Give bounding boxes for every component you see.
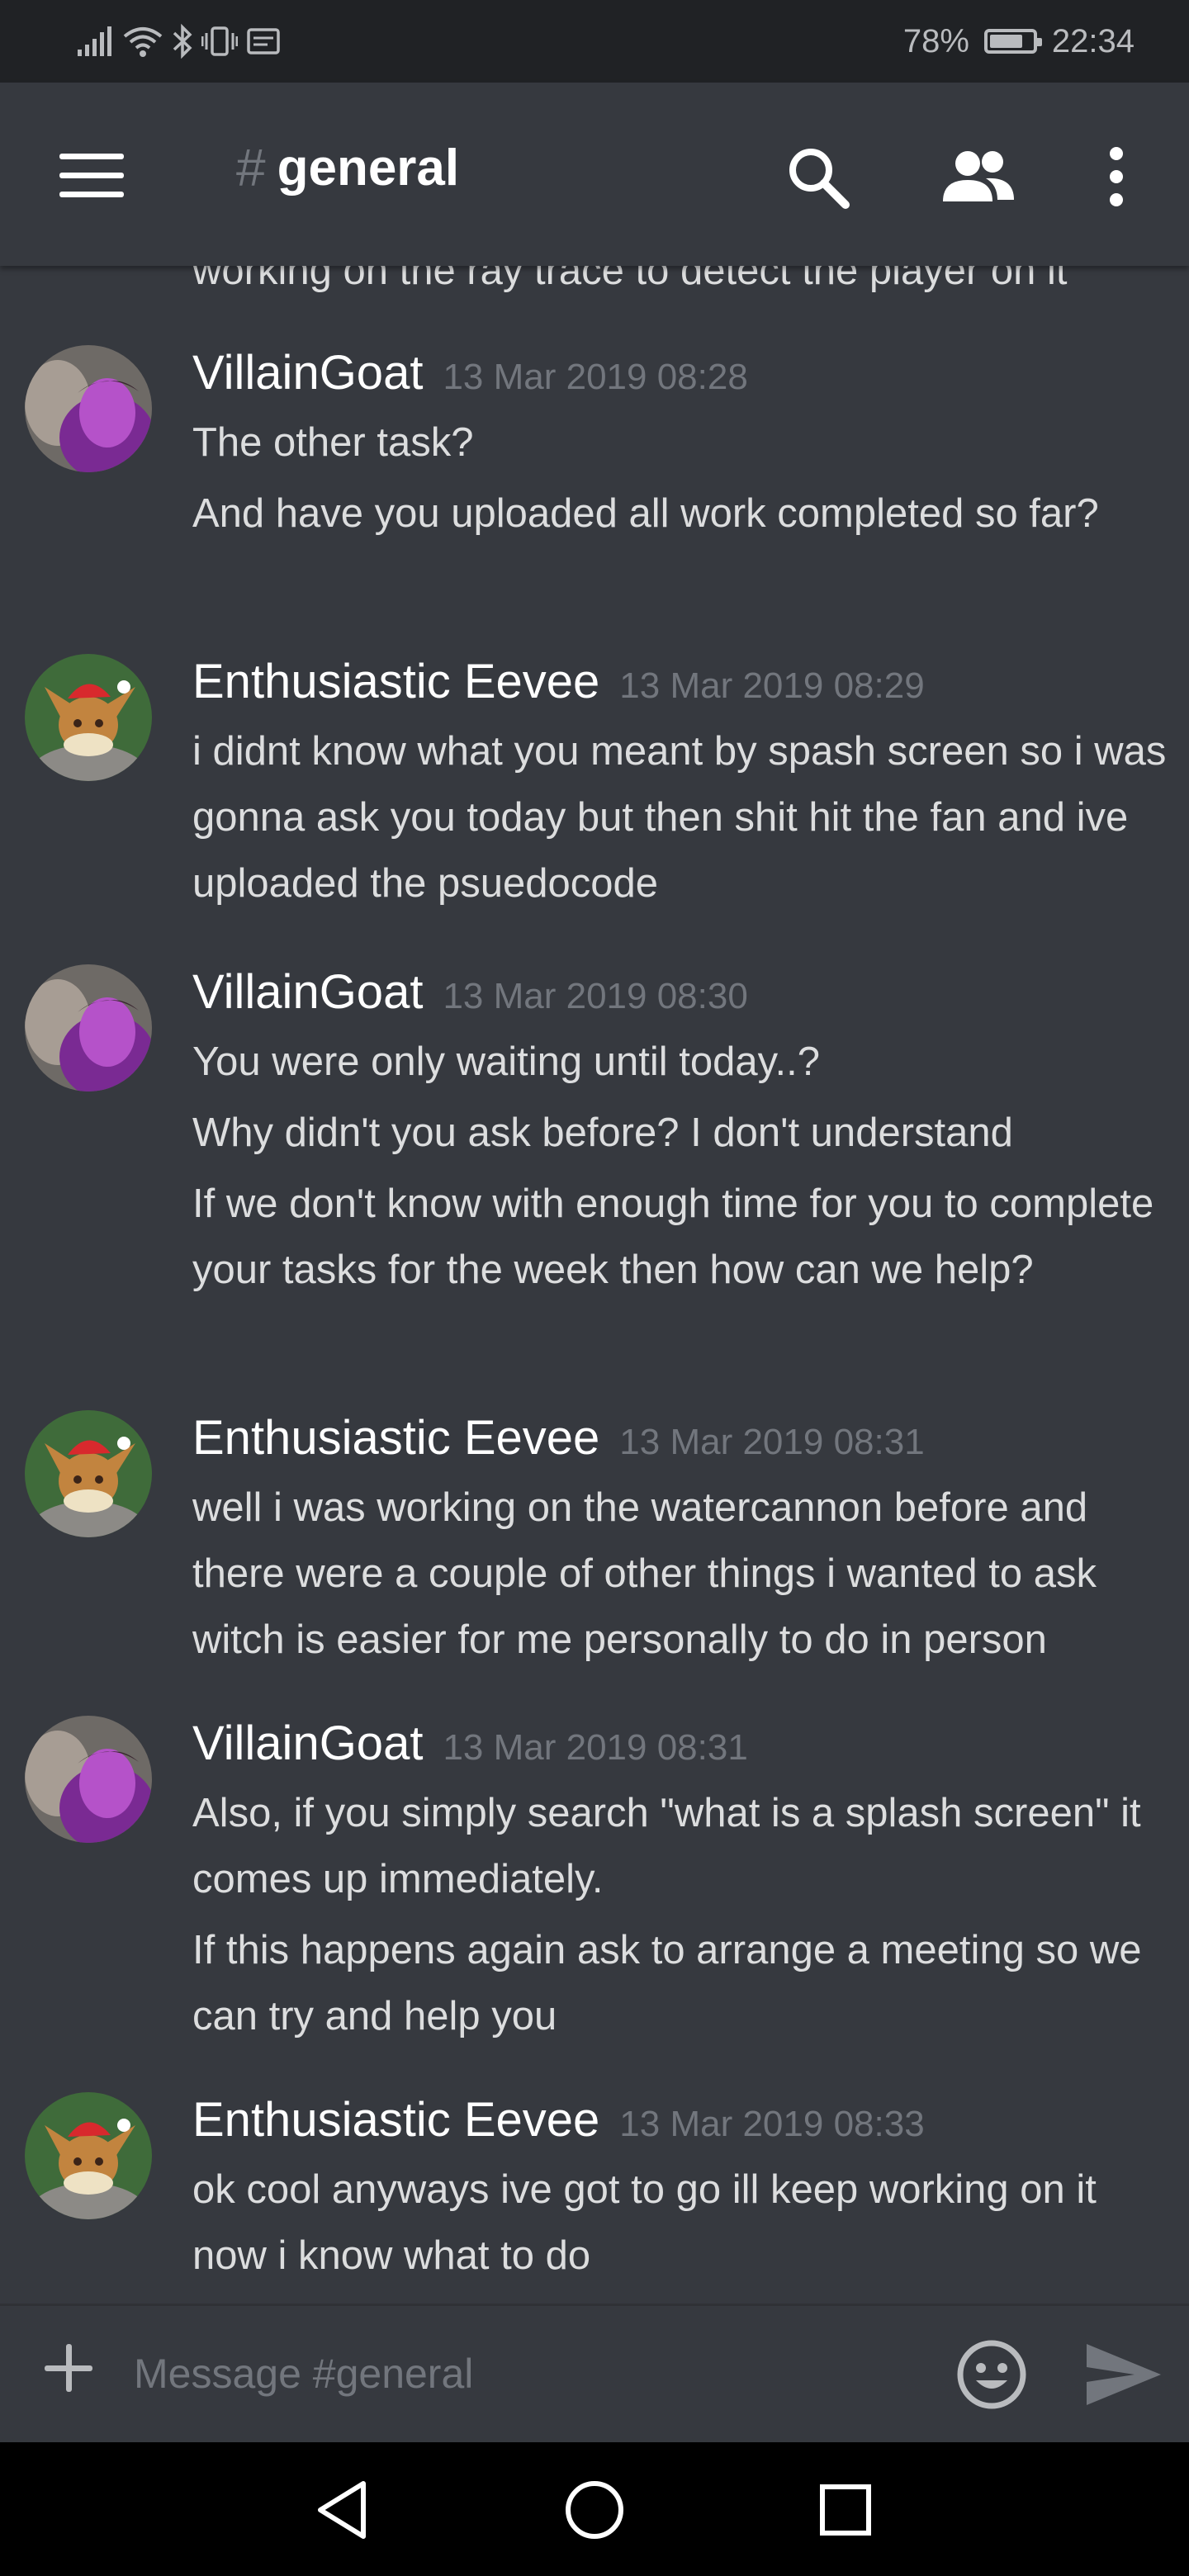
message-author[interactable]: VillainGoat: [192, 964, 423, 1020]
system-navigation-bar: [0, 2442, 1189, 2576]
avatar-enthusiastic-eevee[interactable]: [25, 654, 152, 781]
message-author[interactable]: Enthusiastic Eevee: [192, 2092, 599, 2147]
wifi-icon: [123, 27, 163, 57]
message-line: Also, if you simply search "what is a sp…: [192, 1791, 1141, 1901]
menu-icon-bar: [59, 154, 124, 159]
message-timestamp: 13 Mar 2019 08:29: [619, 665, 925, 706]
message-author[interactable]: VillainGoat: [192, 1716, 423, 1771]
message-timestamp: 13 Mar 2019 08:30: [443, 976, 748, 1016]
message-author[interactable]: VillainGoat: [192, 345, 423, 400]
message-body: You were only waiting until today..? Why…: [192, 1029, 1167, 1303]
battery-level-fill: [989, 35, 1022, 48]
more-vertical-icon[interactable]: [1098, 142, 1135, 211]
bluetooth-icon: [173, 23, 192, 59]
message-line: You were only waiting until today..?: [192, 1039, 820, 1084]
avatar-photo-villaingoat: [25, 1716, 152, 1843]
home-icon[interactable]: [560, 2475, 629, 2545]
menu-icon-bar: [59, 173, 124, 178]
message-timestamp: 13 Mar 2019 08:31: [443, 1727, 748, 1768]
message-body: Also, if you simply search "what is a sp…: [192, 1780, 1167, 2049]
menu-icon-bar: [59, 192, 124, 197]
avatar-villaingoat[interactable]: [25, 345, 152, 472]
vibrate-icon: [201, 26, 238, 56]
recent-apps-icon[interactable]: [811, 2475, 880, 2545]
clock: 22:34: [1051, 22, 1135, 59]
signal-icon: [78, 26, 111, 56]
menu-button[interactable]: [59, 154, 124, 200]
members-icon[interactable]: [940, 142, 1017, 211]
message-line: ok cool anyways ive got to go ill keep w…: [192, 2167, 1097, 2278]
status-bar: 78% 22:34: [0, 0, 1189, 83]
avatar-eevee-image: [25, 2092, 152, 2219]
message-composer: [0, 2304, 1189, 2443]
previous-message-fragment: working on the ray trace to detect the p…: [192, 266, 1068, 293]
message-line: i didnt know what you meant by spash scr…: [192, 729, 1167, 906]
message-line: well i was working on the watercannon be…: [192, 1485, 1097, 1662]
channel-header: # general: [0, 83, 1189, 266]
avatar-photo-villaingoat: [25, 964, 152, 1091]
channel-title: # general: [236, 137, 459, 198]
message-timestamp: 13 Mar 2019 08:33: [619, 2104, 925, 2144]
back-icon[interactable]: [309, 2475, 378, 2545]
message-line: The other task?: [192, 420, 474, 465]
avatar-enthusiastic-eevee[interactable]: [25, 2092, 152, 2219]
send-icon[interactable]: [1082, 2337, 1164, 2412]
message-line: If this happens again ask to arrange a m…: [192, 1928, 1142, 2039]
message-author[interactable]: Enthusiastic Eevee: [192, 1410, 599, 1466]
avatar-photo-villaingoat: [25, 345, 152, 472]
battery-percent: 78%: [902, 22, 969, 59]
avatar-enthusiastic-eevee[interactable]: [25, 1410, 152, 1537]
message-timestamp: 13 Mar 2019 08:28: [443, 357, 748, 397]
message-line: And have you uploaded all work completed…: [192, 491, 1099, 536]
message-list[interactable]: working on the ray trace to detect the p…: [0, 266, 1189, 2302]
channel-hash-icon: #: [236, 138, 266, 197]
emoji-icon[interactable]: [955, 2337, 1029, 2412]
add-attachment-icon[interactable]: [43, 2342, 94, 2394]
message-line: Why didn't you ask before? I don't under…: [192, 1110, 1013, 1155]
avatar-villaingoat[interactable]: [25, 1716, 152, 1843]
channel-name: general: [277, 139, 460, 197]
message-body: ok cool anyways ive got to go ill keep w…: [192, 2157, 1167, 2289]
status-icons: [76, 21, 281, 61]
avatar-villaingoat[interactable]: [25, 964, 152, 1091]
battery-icon: [983, 29, 1042, 54]
message-body: well i was working on the watercannon be…: [192, 1475, 1167, 1673]
message-body: The other task? And have you uploaded al…: [192, 410, 1167, 547]
avatar-eevee-image: [25, 1410, 152, 1537]
message-line: If we don't know with enough time for yo…: [192, 1181, 1154, 1292]
message-input[interactable]: [132, 2336, 928, 2412]
avatar-eevee-image: [25, 654, 152, 781]
message-body: i didnt know what you meant by spash scr…: [192, 718, 1167, 916]
notification-icon: [247, 28, 280, 54]
message-timestamp: 13 Mar 2019 08:31: [619, 1422, 925, 1462]
message-author[interactable]: Enthusiastic Eevee: [192, 654, 599, 709]
search-icon[interactable]: [783, 142, 852, 211]
